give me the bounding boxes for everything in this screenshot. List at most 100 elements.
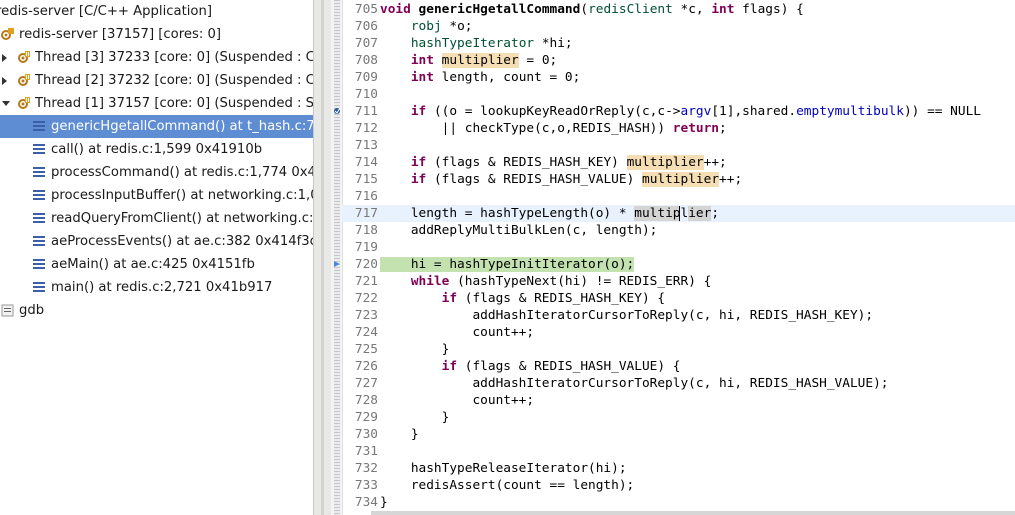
code-line[interactable]: 730 } (342, 426, 1015, 443)
code-line[interactable]: 726 if (flags & REDIS_HASH_VALUE) { (342, 358, 1015, 375)
debug-tree-item[interactable]: redis-server [37157] [cores: 0] (0, 23, 313, 46)
ruler-strip (334, 0, 340, 515)
line-number: 727 (354, 376, 378, 391)
code-text: || checkType(c,o,REDIS_HASH)) return; (380, 121, 727, 136)
line-number: 710 (354, 87, 378, 102)
tree-item-label: Thread [2] 37232 [core: 0] (Suspended : … (35, 73, 313, 88)
code-text: if (flags & REDIS_HASH_KEY) multiplier++… (410, 155, 727, 170)
tree-item-label: readQueryFromClient() at networking.c: (51, 211, 313, 226)
code-line[interactable]: 707 hashTypeIterator *hi; (342, 35, 1015, 52)
line-number: 723 (354, 308, 378, 323)
debug-tree-item[interactable]: Thread [1] 37157 [core: 0] (Suspended : … (0, 92, 313, 115)
collapse-chevron-icon[interactable] (2, 101, 10, 106)
code-line[interactable]: 734} (342, 494, 1015, 511)
horizontal-scrollbar[interactable] (371, 511, 1015, 515)
line-number: 728 (354, 393, 378, 408)
code-line[interactable]: 714 if (flags & REDIS_HASH_KEY) multipli… (342, 154, 1015, 171)
line-number: 718 (354, 223, 378, 238)
debug-tree-item[interactable]: gdb (0, 299, 313, 322)
line-number: 722 (354, 291, 378, 306)
code-line[interactable]: 710 (342, 86, 1015, 103)
debug-view: redis-server [C/C++ Application] redis-se… (0, 0, 313, 515)
code-text: while (hashTypeNext(hi) != REDIS_ERR) { (410, 274, 712, 289)
debug-tree-item[interactable]: Thread [2] 37232 [core: 0] (Suspended : … (0, 69, 313, 92)
code-line[interactable]: 732 hashTypeReleaseIterator(hi); (342, 460, 1015, 477)
code-line[interactable]: 708 int multiplier = 0; (342, 52, 1015, 69)
code-line[interactable]: 711 if ((o = lookupKeyReadOrReply(c,c->a… (334, 103, 1015, 120)
code-line[interactable]: 718 addReplyMultiBulkLen(c, length); (342, 222, 1015, 239)
debug-tree-item[interactable]: call() at redis.c:1,599 0x41910b (0, 138, 313, 161)
tree-item-label: processInputBuffer() at networking.c:1,0 (51, 188, 313, 203)
code-line[interactable]: 715 if (flags & REDIS_HASH_VALUE) multip… (342, 171, 1015, 188)
code-line[interactable]: 733 redisAssert(count == length); (342, 477, 1015, 494)
code-text: hi = hashTypeInitIterator(o); (380, 257, 635, 272)
line-number: 705 (354, 2, 378, 17)
code-line[interactable]: 717 length = hashTypeLength(o) * multipl… (342, 205, 1015, 222)
line-number: 721 (354, 274, 378, 289)
gdb-icon (0, 303, 15, 318)
breakpoint-icon[interactable] (333, 107, 341, 115)
code-editor[interactable]: 705 void genericHgetallCommand(redisClien… (331, 0, 1015, 515)
code-line[interactable]: 722 if (flags & REDIS_HASH_KEY) { (342, 290, 1015, 307)
debug-tree-item[interactable]: processInputBuffer() at networking.c:1,0 (0, 184, 313, 207)
tree-item-label: aeProcessEvents() at ae.c:382 0x414f3c (51, 234, 313, 249)
code-line[interactable]: 721 while (hashTypeNext(hi) != REDIS_ERR… (342, 273, 1015, 290)
code-line[interactable]: 719 (342, 239, 1015, 256)
debug-tree-item[interactable]: readQueryFromClient() at networking.c: (0, 207, 313, 230)
code-line[interactable]: 731 (342, 443, 1015, 460)
code-line[interactable]: 712 || checkType(c,o,REDIS_HASH)) return… (342, 120, 1015, 137)
debug-tree-item[interactable]: aeMain() at ae.c:425 0x4151fb (0, 253, 313, 276)
code-line[interactable]: 706 robj *o; (342, 18, 1015, 35)
code-line[interactable]: 729 } (342, 409, 1015, 426)
code-text: addHashIteratorCursorToReply(c, hi, REDI… (380, 376, 889, 391)
tree-item-label: aeMain() at ae.c:425 0x4151fb (51, 257, 255, 272)
line-number: 708 (354, 53, 378, 68)
line-number: 729 (354, 410, 378, 425)
line-number: 706 (354, 19, 378, 34)
tree-item-label: processCommand() at redis.c:1,774 0x4 (51, 165, 313, 180)
stack-frame-icon (32, 188, 47, 203)
line-number: 730 (354, 427, 378, 442)
debug-tree-item[interactable]: Thread [3] 37233 [core: 0] (Suspended : … (0, 46, 313, 69)
code-line[interactable]: 727 addHashIteratorCursorToReply(c, hi, … (342, 375, 1015, 392)
stack-frame-icon (32, 119, 47, 134)
tree-item-label: gdb (19, 303, 45, 318)
code-line[interactable]: 720 hi = hashTypeInitIterator(o); (334, 256, 1015, 273)
stack-frame-icon (32, 142, 47, 157)
code-line[interactable]: 728 count++; (342, 392, 1015, 409)
code-text: } (380, 342, 450, 357)
line-number: 731 (354, 444, 378, 459)
code-line[interactable]: 709 int length, count = 0; (342, 69, 1015, 86)
tree-item-label: call() at redis.c:1,599 0x41910b (51, 142, 263, 157)
code-line[interactable]: 705 void genericHgetallCommand(redisClien… (342, 1, 1015, 18)
code-text: redisAssert(count == length); (380, 478, 635, 493)
code-line[interactable]: 723 addHashIteratorCursorToReply(c, hi, … (342, 307, 1015, 324)
code-text: if ((o = lookupKeyReadOrReply(c,c->argv[… (410, 104, 981, 119)
debug-tree-item[interactable]: main() at redis.c:2,721 0x41b917 (0, 276, 313, 299)
debug-tree-item[interactable]: redis-server [C/C++ Application] (0, 0, 313, 23)
code-line[interactable]: 725 } (342, 341, 1015, 358)
line-number: 733 (354, 478, 378, 493)
line-number: 716 (354, 189, 378, 204)
code-text: if (flags & REDIS_HASH_VALUE) { (441, 359, 681, 374)
stack-frame-icon (32, 234, 47, 249)
code-line[interactable]: 713 (342, 137, 1015, 154)
code-line[interactable]: 716 (342, 188, 1015, 205)
code-text: hashTypeIterator *hi; (410, 36, 573, 51)
expand-chevron-icon[interactable] (2, 54, 7, 62)
code-line[interactable]: 724 count++; (342, 324, 1015, 341)
stack-frame-icon (32, 211, 47, 226)
code-text: addReplyMultiBulkLen(c, length); (380, 223, 658, 238)
thread-icon (16, 50, 31, 65)
tree-item-label: redis-server [C/C++ Application] (0, 4, 212, 19)
line-number: 732 (354, 461, 378, 476)
expand-chevron-icon[interactable] (2, 77, 7, 85)
view-sash[interactable] (313, 0, 331, 515)
debug-tree-item[interactable]: aeProcessEvents() at ae.c:382 0x414f3c (0, 230, 313, 253)
tree-item-label: main() at redis.c:2,721 0x41b917 (51, 280, 273, 295)
debug-tree-item[interactable]: processCommand() at redis.c:1,774 0x4 (0, 161, 313, 184)
code-text: addHashIteratorCursorToReply(c, hi, REDI… (380, 308, 874, 323)
stack-frame-selected[interactable]: genericHgetallCommand() at t_hash.c:7 (0, 115, 313, 138)
sash-grip[interactable] (321, 0, 324, 515)
stack-frame-icon (32, 280, 47, 295)
